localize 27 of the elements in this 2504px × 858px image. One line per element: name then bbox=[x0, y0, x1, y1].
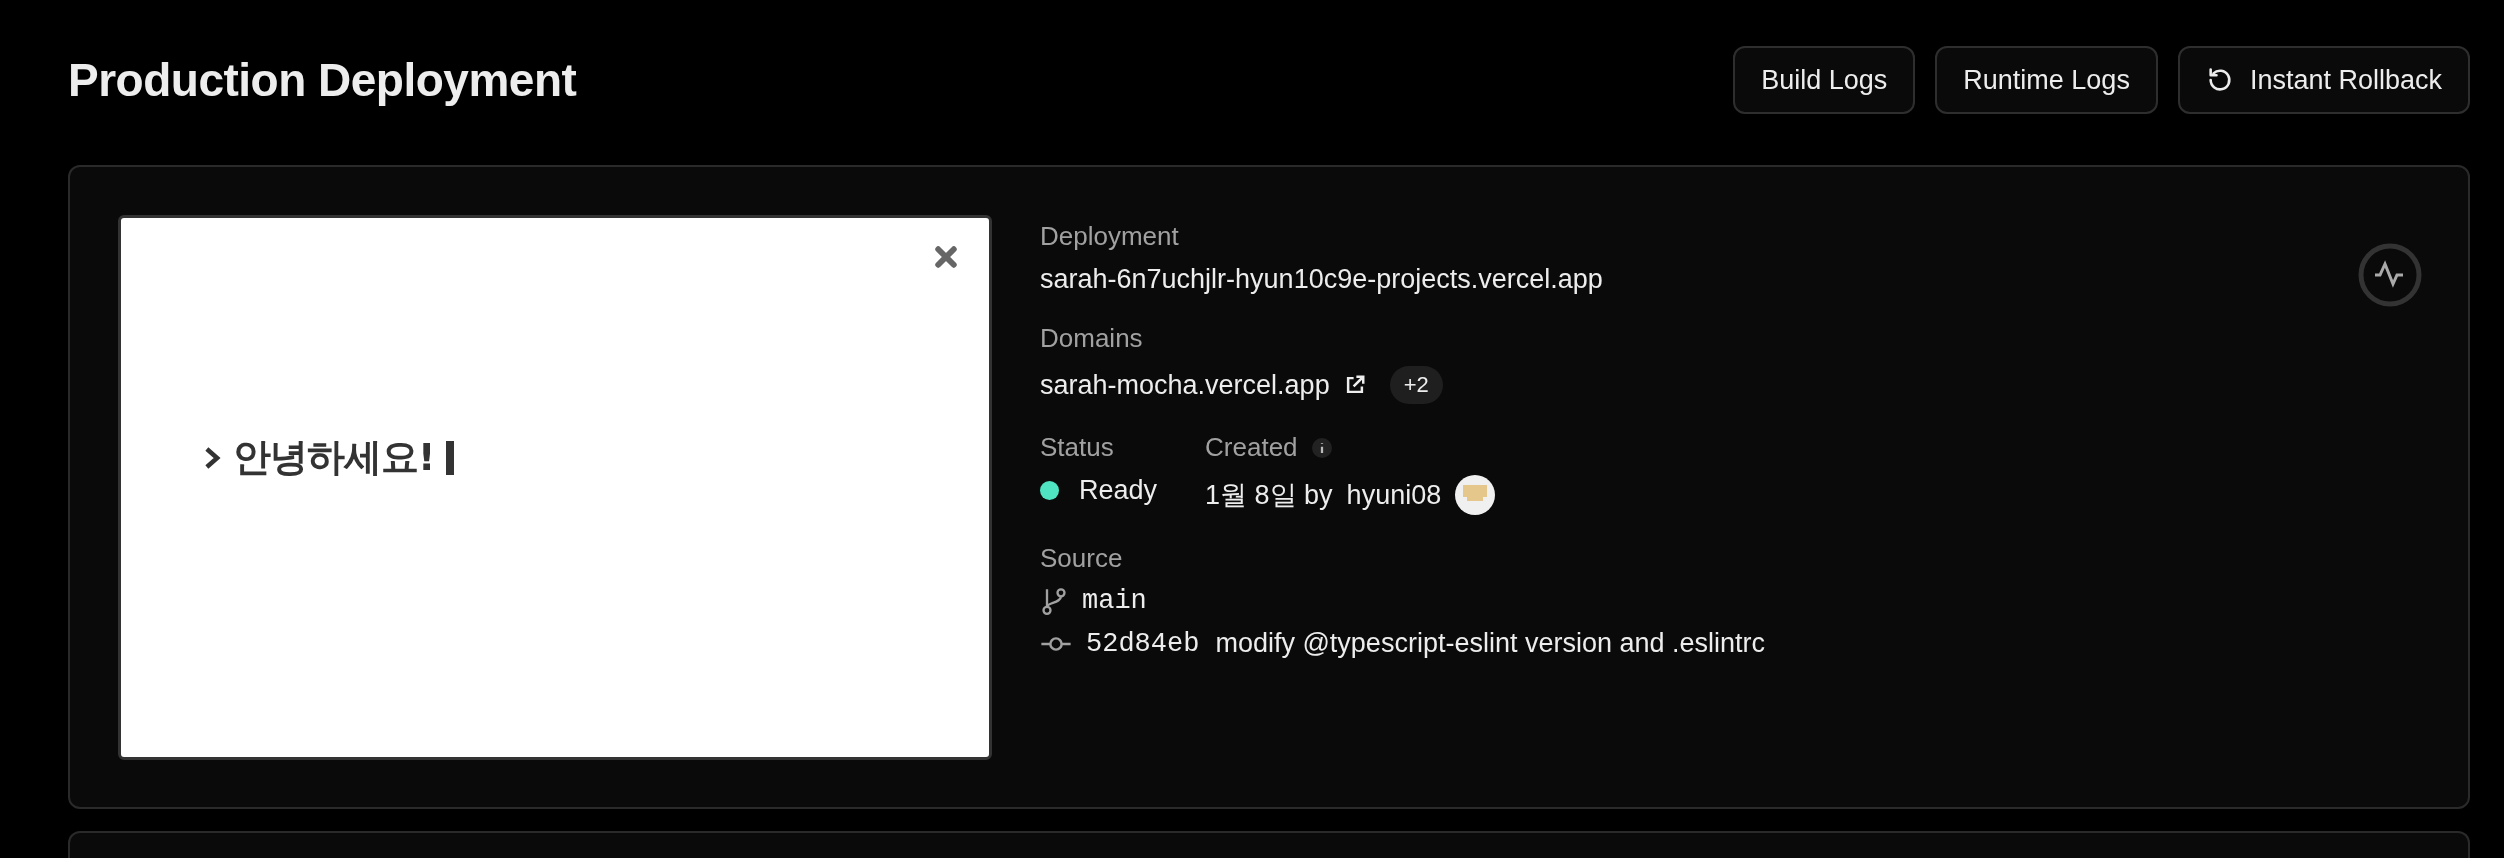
field-label: Status bbox=[1040, 432, 1115, 463]
status-text: Ready bbox=[1079, 475, 1158, 506]
avatar-icon bbox=[1455, 475, 1496, 515]
logs-button[interactable]: Runtime Logs bbox=[1935, 46, 2158, 114]
field-label: Domains bbox=[1040, 323, 1144, 354]
branch-name[interactable]: main bbox=[1082, 586, 1147, 616]
activity-icon[interactable] bbox=[2358, 243, 2422, 307]
created-date: 1월 8일 by bbox=[1205, 479, 1333, 512]
commit-hash[interactable]: 52d84eb bbox=[1086, 628, 1200, 659]
commit-message: modify @typescript-eslint version and .eslintrc bbox=[1215, 628, 1766, 659]
logs-button[interactable]: Build Logs bbox=[1733, 46, 1916, 114]
commit-icon bbox=[1040, 634, 1072, 653]
domain-count-badge[interactable]: +2 bbox=[1389, 366, 1443, 404]
field-label: Created bbox=[1205, 432, 1298, 463]
field-label: Deployment bbox=[1040, 221, 1180, 252]
deployment-url-link[interactable]: sarah-6n7uchjlr-hyun10c9e-projects.vercel.app bbox=[1040, 264, 1766, 295]
domain-link[interactable]: sarah-mocha.vercel.app bbox=[1040, 369, 1330, 401]
chevron-icon bbox=[203, 444, 221, 471]
field-label: Source bbox=[1040, 543, 1124, 574]
preview-text: 안녕하세요! bbox=[233, 434, 435, 481]
author-name: hyuni08 bbox=[1346, 479, 1442, 511]
page-title: Production Deployment bbox=[68, 53, 577, 107]
close-icon bbox=[933, 244, 959, 270]
text-cursor bbox=[446, 440, 455, 475]
rollback-button[interactable]: Instant Rollback bbox=[2177, 46, 2470, 114]
branch-icon bbox=[1040, 586, 1068, 616]
info-icon bbox=[1311, 437, 1332, 458]
